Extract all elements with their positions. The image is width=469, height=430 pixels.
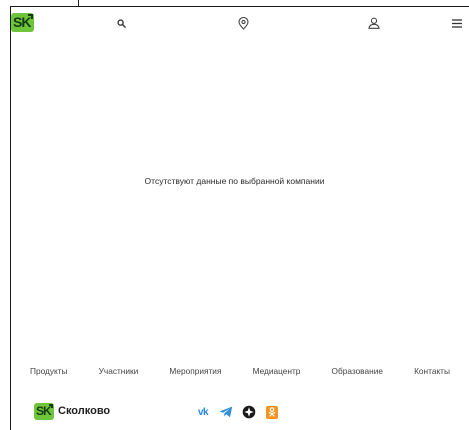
footer-link-events[interactable]: Мероприятия: [169, 366, 221, 376]
user-icon: [368, 17, 380, 29]
search-icon: [116, 18, 126, 28]
footer-link-participants[interactable]: Участники: [99, 366, 139, 376]
livejournal-link[interactable]: [241, 405, 257, 419]
location-pin-icon: [237, 16, 249, 30]
vk-link[interactable]: vk: [195, 405, 211, 419]
odnoklassniki-icon-bg: [266, 405, 278, 419]
telegram-link[interactable]: [218, 405, 234, 419]
footer-logo: SK: [34, 402, 54, 420]
frame-left-border: [10, 6, 11, 430]
social-links: vk: [195, 404, 287, 420]
vk-icon: vk: [197, 406, 209, 418]
footer-link-products[interactable]: Продукты: [30, 366, 68, 376]
menu-button[interactable]: [450, 16, 464, 30]
footer-logo-corner-mark: [49, 403, 53, 408]
footer-link-mediacenter[interactable]: Медиацентр: [253, 366, 301, 376]
telegram-icon: [219, 406, 233, 418]
brand-name: Сколково: [58, 405, 111, 417]
livejournal-icon: [242, 405, 256, 419]
skolkovo-logo[interactable]: SK: [11, 13, 34, 32]
search-button[interactable]: [114, 16, 128, 30]
footer-brand[interactable]: SK Сколково: [34, 401, 110, 421]
odnoklassniki-link[interactable]: [264, 405, 280, 419]
logo-corner-mark: [28, 14, 33, 19]
user-button[interactable]: [367, 16, 381, 30]
footer-nav: Продукты Участники Мероприятия Медиацент…: [30, 364, 450, 378]
odnoklassniki-icon: [268, 407, 276, 417]
hamburger-menu-icon: [452, 18, 462, 28]
footer-link-contacts[interactable]: Контакты: [414, 366, 450, 376]
footer-link-education[interactable]: Образование: [332, 366, 383, 376]
frame-tab-divider: [78, 0, 79, 7]
empty-state-message: Отсутствуют данные по выбранной компании: [144, 176, 325, 186]
location-button[interactable]: [236, 16, 250, 30]
